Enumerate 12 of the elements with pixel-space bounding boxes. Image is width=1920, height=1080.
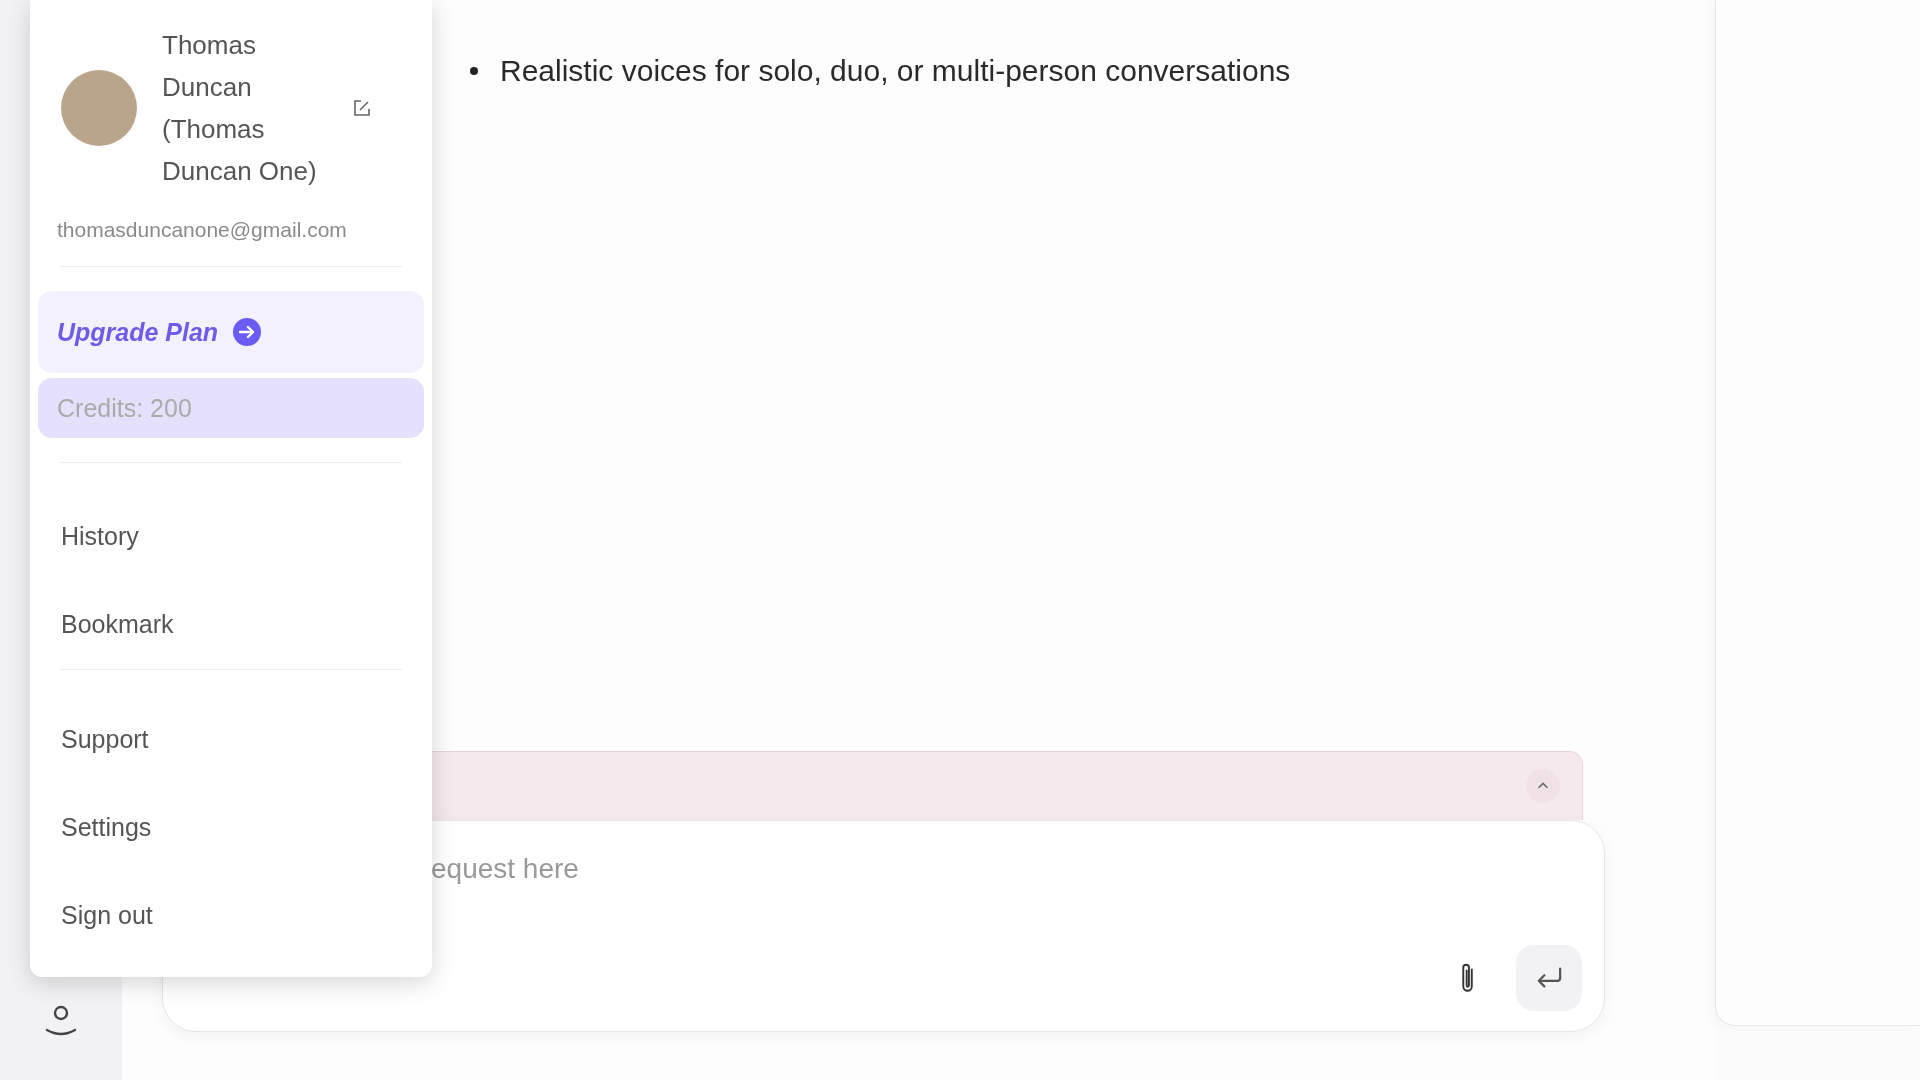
user-email: thomasduncanone@gmail.com xyxy=(56,217,348,243)
bullet-icon xyxy=(470,67,478,75)
menu-item[interactable]: Bookmark xyxy=(38,589,424,659)
menu-item[interactable]: History xyxy=(38,501,424,571)
bullet-text: Realistic voices for solo, duo, or multi-person conversations xyxy=(500,54,1291,88)
arrow-right-icon xyxy=(232,317,263,347)
user-icon[interactable] xyxy=(44,1004,78,1038)
user-name: Thomas Duncan (Thomas Duncan One) xyxy=(162,29,318,188)
edit-icon[interactable] xyxy=(352,98,372,118)
enter-button[interactable] xyxy=(1516,945,1582,1011)
menu-item[interactable]: Support xyxy=(38,704,424,774)
upgrade-plan-button[interactable]: Upgrade Plan xyxy=(38,291,424,373)
